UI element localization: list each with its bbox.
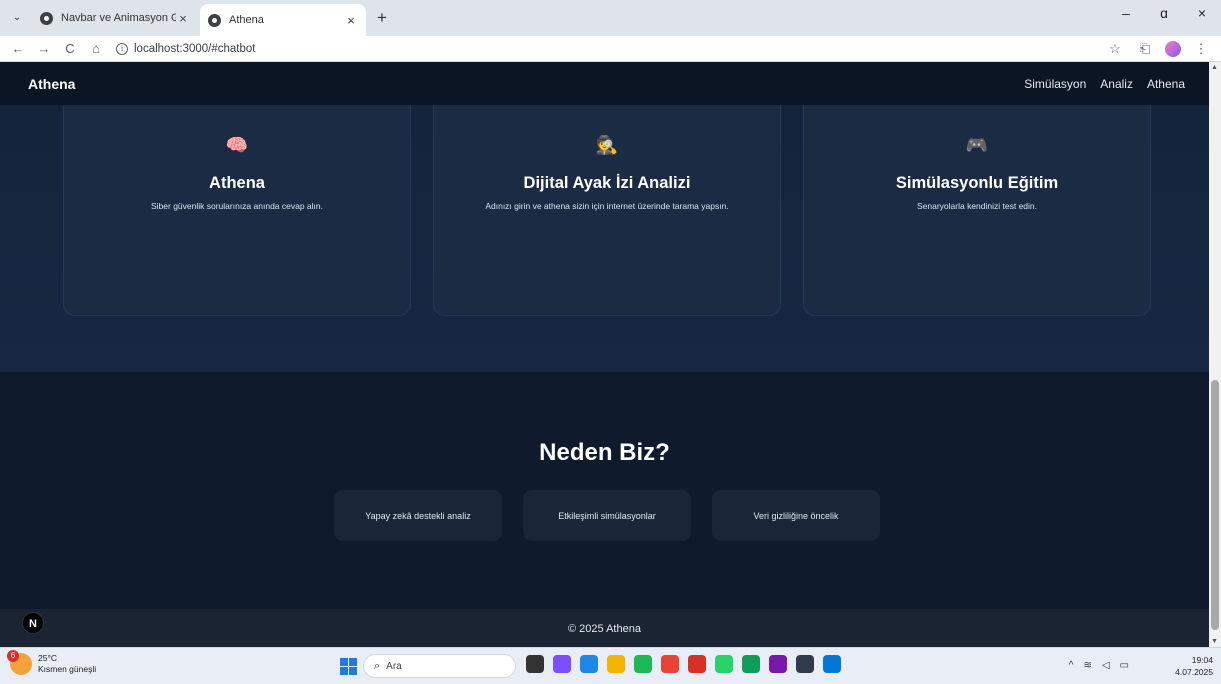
weather-widget[interactable]: 6 25°C Kısmen güneşli (7, 650, 97, 675)
tray-chevron-icon[interactable]: ^ (1069, 660, 1074, 671)
close-window-button[interactable]: × (1183, 0, 1221, 30)
why-item-ai: Yapay zekâ destekli analiz (334, 490, 502, 541)
browser-tab-navbar[interactable]: Navbar ve Animasyon Geliştirm × (32, 4, 198, 32)
why-item-privacy: Veri gizliliğine öncelik (712, 490, 880, 541)
taskbar-app-icon-5[interactable] (661, 655, 679, 673)
tab-close-icon[interactable]: × (344, 13, 358, 28)
toolbar-actions: ☆ ⎗ ⋮ (1105, 39, 1211, 59)
taskbar-app-icon-4[interactable] (634, 655, 652, 673)
site-info-icon[interactable]: i (116, 43, 128, 55)
windows-taskbar: 6 25°C Kısmen güneşli ⌕ Ara ^ ≋ ◁ ▭ 19:0… (0, 647, 1221, 684)
feature-description: Senaryolarla kendinizi test edin. (916, 201, 1037, 211)
notification-badge: 6 (7, 650, 19, 662)
scrollbar-thumb[interactable] (1211, 380, 1219, 630)
taskbar-clock[interactable]: 19:04 4.07.2025 (1175, 654, 1213, 678)
copyright-text: © 2025 Athena (568, 623, 641, 635)
taskbar-app-icon-8[interactable] (742, 655, 760, 673)
why-us-section: Neden Biz? Yapay zekâ destekli analiz Et… (0, 372, 1209, 609)
pinned-apps (526, 655, 841, 673)
wifi-icon[interactable]: ≋ (1083, 660, 1091, 671)
feature-card-athena[interactable]: 🧠 Athena Siber güvenlik sorularınıza anı… (63, 95, 411, 316)
url-text: localhost:3000/#chatbot (134, 43, 256, 55)
scroll-down-icon[interactable]: ▼ (1211, 638, 1218, 645)
restore-button[interactable]: ɑ (1145, 0, 1183, 30)
nav-link-analiz[interactable]: Analiz (1100, 77, 1133, 91)
address-bar[interactable]: i localhost:3000/#chatbot (116, 38, 1086, 60)
feature-card-simulation[interactable]: 🎮 Simülasyonlu Eğitim Senaryolarla kendi… (803, 95, 1151, 316)
windows-start-icon[interactable] (340, 658, 357, 675)
bookmark-star-icon[interactable]: ☆ (1105, 39, 1125, 59)
detective-icon: 🕵️ (595, 135, 619, 155)
why-item-simulations: Etkileşimli simülasyonlar (523, 490, 691, 541)
volume-icon[interactable]: ◁ (1102, 660, 1110, 671)
site-footer: © 2025 Athena (0, 609, 1209, 647)
taskbar-app-icon-10[interactable] (796, 655, 814, 673)
browser-menu-icon[interactable]: ⋮ (1191, 39, 1211, 59)
brain-icon: 🧠 (225, 135, 249, 155)
nav-link-simulasyon[interactable]: Simülasyon (1024, 77, 1086, 91)
browser-toolbar: ← → C ⌂ i localhost:3000/#chatbot ☆ ⎗ ⋮ (0, 36, 1221, 62)
reload-button[interactable]: C (60, 39, 80, 59)
tab-close-icon[interactable]: × (176, 11, 190, 26)
search-icon: ⌕ (374, 659, 381, 672)
weather-desc: Kısmen güneşli (38, 664, 97, 674)
site-brand[interactable]: Athena (28, 76, 75, 92)
weather-temp: 25°C (38, 653, 57, 663)
tab-favicon-icon (40, 11, 53, 25)
taskbar-app-icon-1[interactable] (553, 655, 571, 673)
taskbar-app-icon-9[interactable] (769, 655, 787, 673)
why-us-title: Neden Biz? (539, 439, 670, 466)
clock-date: 4.07.2025 (1175, 667, 1213, 677)
taskbar-app-icon-0[interactable] (526, 655, 544, 673)
battery-icon[interactable]: ▭ (1120, 660, 1129, 671)
tab-favicon-icon (208, 13, 221, 27)
taskbar-app-icon-7[interactable] (715, 655, 733, 673)
profile-avatar[interactable] (1165, 41, 1181, 57)
tab-title: Athena (229, 14, 264, 26)
browser-tab-athena[interactable]: Athena × (200, 4, 366, 36)
taskbar-app-icon-6[interactable] (688, 655, 706, 673)
feature-title: Dijital Ayak İzi Analizi (523, 174, 691, 192)
feature-card-footprint[interactable]: 🕵️ Dijital Ayak İzi Analizi Adınızı giri… (433, 95, 781, 316)
search-placeholder: Ara (386, 660, 402, 672)
tab-title: Navbar ve Animasyon Geliştirm (61, 12, 176, 24)
game-controller-icon: 🎮 (965, 135, 989, 155)
taskbar-app-icon-2[interactable] (580, 655, 598, 673)
nextjs-devtools-button[interactable]: N (22, 612, 44, 634)
taskbar-search[interactable]: ⌕ Ara (363, 654, 516, 678)
features-section: 🧠 Athena Siber güvenlik sorularınıza anı… (0, 95, 1209, 372)
feature-description: Adınızı girin ve athena sizin için inter… (485, 201, 729, 211)
site-navbar: Athena Simülasyon Analiz Athena (0, 62, 1209, 105)
feature-title: Athena (209, 174, 265, 192)
page-scrollbar[interactable]: ▲ ▼ (1209, 62, 1221, 647)
new-tab-button[interactable]: + (372, 8, 392, 28)
taskbar-app-icon-3[interactable] (607, 655, 625, 673)
clock-time: 19:04 (1191, 655, 1213, 665)
forward-button[interactable]: → (34, 39, 54, 59)
page-viewport: Athena Simülasyon Analiz Athena 🧠 Athena… (0, 62, 1209, 647)
browser-tabstrip: ⌄ Navbar ve Animasyon Geliştirm × Athena… (0, 0, 1221, 36)
nav-links: Simülasyon Analiz Athena (1024, 77, 1185, 91)
feature-title: Simülasyonlu Eğitim (895, 174, 1059, 192)
extensions-icon[interactable]: ⎗ (1135, 39, 1155, 59)
tab-search-chevron-icon[interactable]: ⌄ (8, 9, 26, 27)
nav-link-athena[interactable]: Athena (1147, 77, 1185, 91)
home-button[interactable]: ⌂ (86, 39, 106, 59)
scroll-up-icon[interactable]: ▲ (1211, 64, 1218, 71)
system-tray: ^ ≋ ◁ ▭ (1069, 660, 1129, 671)
feature-description: Siber güvenlik sorularınıza anında cevap… (151, 201, 323, 211)
taskbar-app-icon-11[interactable] (823, 655, 841, 673)
weather-sun-icon: 6 (7, 650, 32, 675)
minimize-button[interactable]: – (1107, 0, 1145, 30)
back-button[interactable]: ← (8, 39, 28, 59)
window-controls: – ɑ × (1107, 0, 1221, 30)
